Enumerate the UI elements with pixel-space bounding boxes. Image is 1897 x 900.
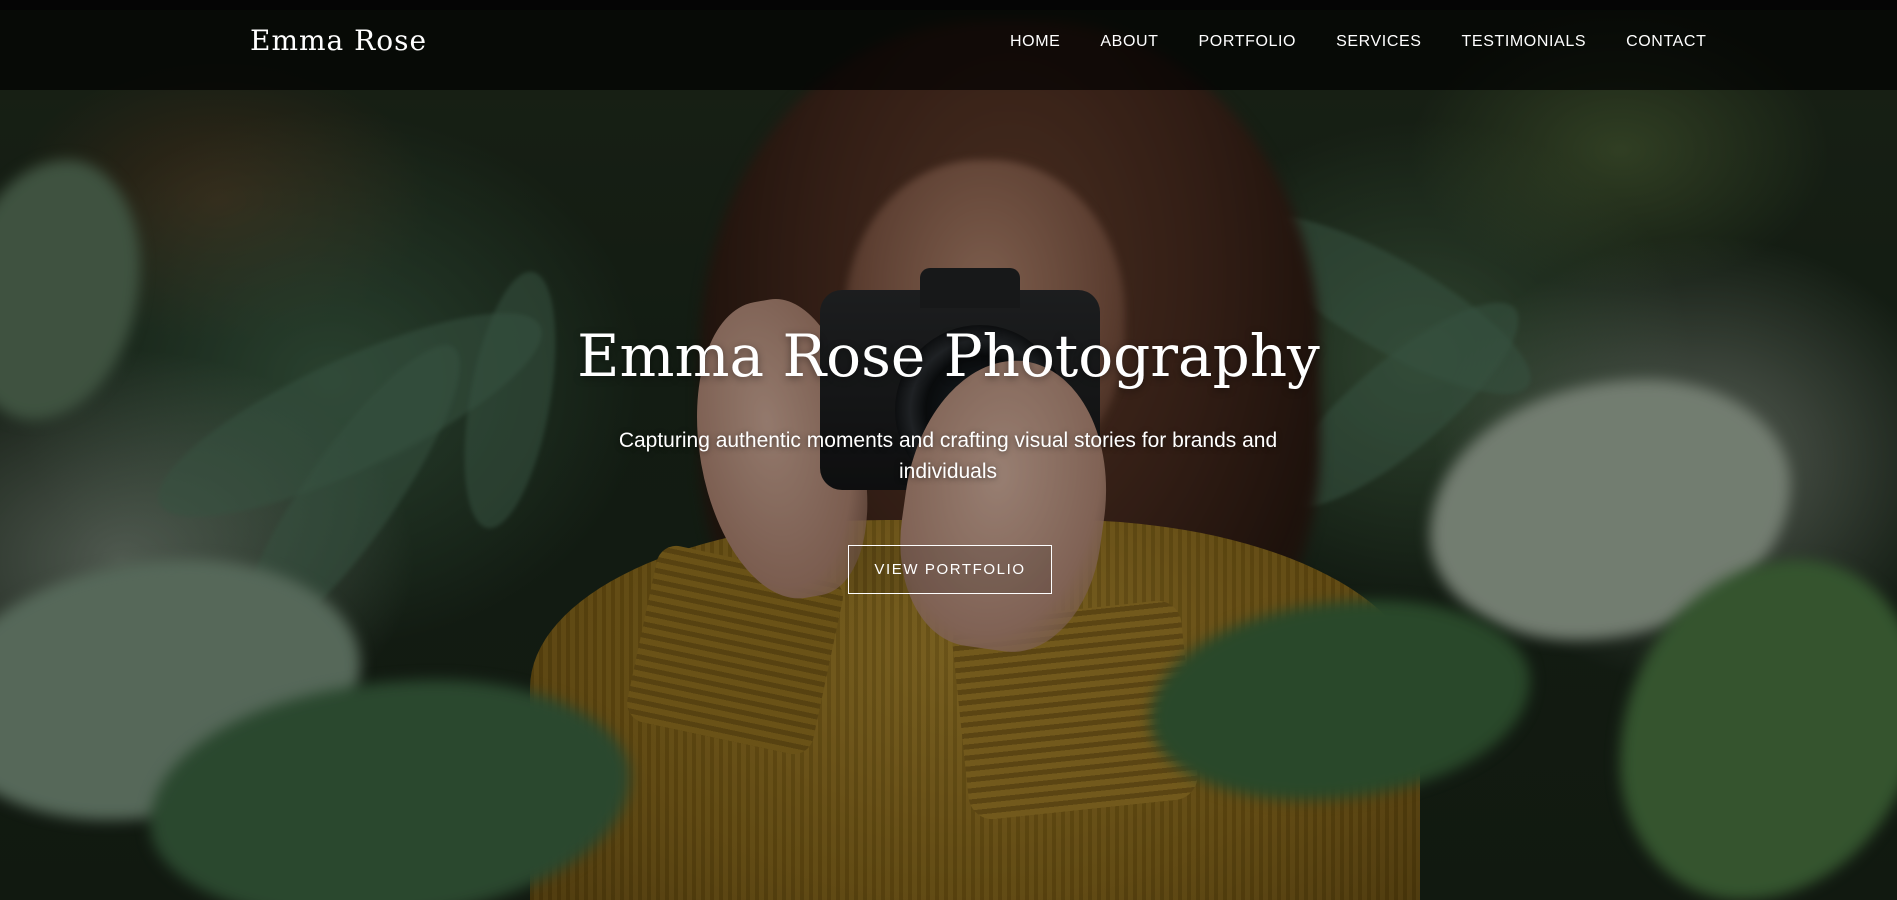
hero-subtitle: Capturing authentic moments and crafting… [618, 429, 1278, 483]
hero-section: Emma Rose Photography Capturing authenti… [0, 0, 1897, 900]
hero-title: Emma Rose Photography [577, 322, 1320, 390]
view-portfolio-button[interactable]: VIEW PORTFOLIO [848, 545, 1052, 594]
